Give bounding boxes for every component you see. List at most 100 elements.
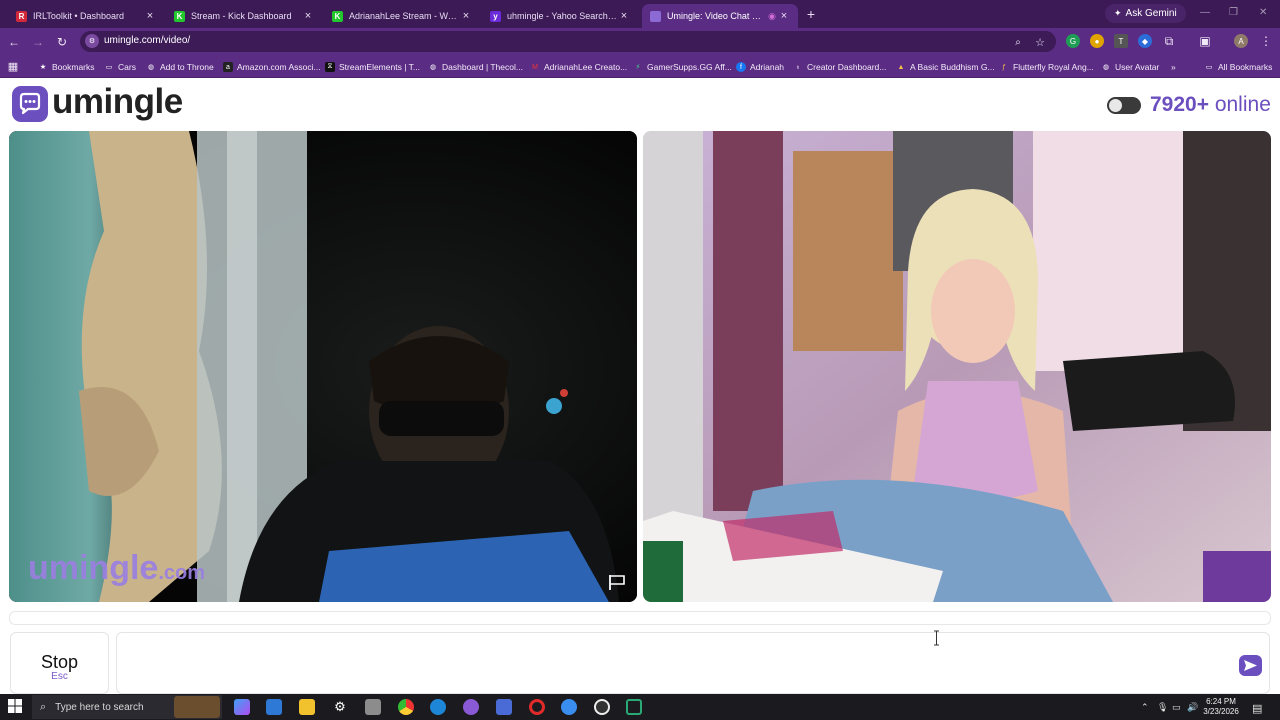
- new-tab-button[interactable]: +: [804, 6, 818, 22]
- bookmark-item[interactable]: ♁ Creator Dashboard...: [793, 61, 886, 73]
- bookmark-item[interactable]: ★ Bookmarks: [38, 61, 95, 73]
- extension-icon[interactable]: G: [1066, 34, 1080, 48]
- globe-icon: ◍: [1102, 64, 1110, 71]
- apps-grid-icon[interactable]: ▦: [5, 58, 21, 74]
- menu-kebab-icon[interactable]: ⋮: [1258, 33, 1274, 49]
- zoom-icon[interactable]: ⌕: [1010, 34, 1026, 50]
- logo-chat-icon[interactable]: [12, 86, 48, 122]
- bookmark-item[interactable]: ⧖ StreamElements | T...: [325, 61, 420, 73]
- tab-close-icon[interactable]: ×: [778, 10, 790, 22]
- tab-close-icon[interactable]: ×: [302, 10, 314, 22]
- reload-icon[interactable]: ↻: [54, 34, 70, 50]
- browser-tab[interactable]: R IRLToolkit • Dashboard ×: [8, 4, 164, 28]
- app-icon[interactable]: [365, 699, 381, 715]
- taskbar-search-placeholder: Type here to search: [55, 701, 144, 713]
- extension-icon[interactable]: ●: [1090, 34, 1104, 48]
- edge-icon[interactable]: [430, 699, 446, 715]
- settings-gear-icon[interactable]: ⚙: [332, 699, 348, 715]
- tab-title: Umingle: Video Chat with S: [667, 11, 766, 21]
- logo-wordmark[interactable]: umingle: [52, 82, 183, 122]
- status-divider: [9, 611, 1271, 625]
- bookmark-label: Adrianah: [750, 62, 785, 72]
- tab-close-icon[interactable]: ×: [460, 10, 472, 22]
- opera-icon[interactable]: [529, 699, 545, 715]
- star-icon: ★: [39, 64, 47, 71]
- bookmark-item[interactable]: ◍ Dashboard | Thecol...: [428, 61, 523, 73]
- online-counter: 7920+ online: [1150, 93, 1271, 117]
- self-video-frame: [643, 131, 1271, 602]
- profile-avatar-icon[interactable]: A: [1234, 34, 1248, 48]
- back-icon[interactable]: ←: [6, 34, 22, 50]
- stop-button[interactable]: Stop Esc: [10, 632, 109, 694]
- bookmark-item[interactable]: ⚡ GamerSupps.GG Aff...: [633, 61, 732, 73]
- tab-close-icon[interactable]: ×: [144, 10, 156, 22]
- chat-bubble-icon: [19, 92, 41, 115]
- microphone-icon[interactable]: 🎙: [1157, 702, 1168, 713]
- browser-tab[interactable]: K AdrianahLee Stream - Watch Li ×: [324, 4, 480, 28]
- obs-icon[interactable]: [594, 699, 610, 715]
- url-text[interactable]: umingle.com/video/: [104, 35, 190, 46]
- message-input[interactable]: [116, 632, 1270, 694]
- chrome-icon[interactable]: [398, 699, 414, 715]
- tab-title: Stream - Kick Dashboard: [191, 11, 292, 21]
- search-highlight-icon[interactable]: [174, 696, 220, 718]
- bookmark-item[interactable]: ◍ User Avatar: [1101, 61, 1159, 73]
- minimize-icon[interactable]: —: [1200, 7, 1210, 18]
- puzzle-extensions-icon[interactable]: ⧉: [1161, 33, 1177, 49]
- address-bar[interactable]: [80, 31, 1056, 52]
- bookmark-item[interactable]: ◍ Add to Throne: [146, 61, 214, 73]
- discord-icon[interactable]: [463, 699, 479, 715]
- theme-toggle[interactable]: [1107, 97, 1141, 114]
- bookmark-item[interactable]: ƒ Flutterfly Royal Ang...: [999, 61, 1094, 73]
- close-window-icon[interactable]: ✕: [1259, 7, 1267, 18]
- tab-favicon-icon: y: [490, 10, 501, 22]
- extension-icon[interactable]: ◆: [1138, 34, 1152, 48]
- self-video: [643, 131, 1271, 602]
- bookmark-item[interactable]: M AdrianahLee Creato...: [530, 61, 627, 73]
- report-flag-icon[interactable]: [607, 573, 627, 591]
- all-bookmarks-button[interactable]: ▭ All Bookmarks: [1204, 61, 1273, 73]
- flutterfly-icon: ƒ: [1002, 63, 1006, 71]
- app-icon[interactable]: [561, 699, 577, 715]
- bookmark-item[interactable]: a Amazon.com Associ...: [223, 61, 321, 73]
- tab-close-icon[interactable]: ×: [618, 10, 630, 22]
- bookmark-label: User Avatar: [1115, 62, 1160, 72]
- bookmark-item[interactable]: ▭ Cars: [104, 61, 136, 73]
- taskbar-clock[interactable]: 6:24 PM 3/23/2026: [1198, 697, 1244, 717]
- watermark-text: umingle: [28, 549, 159, 587]
- network-icon[interactable]: ▭: [1172, 702, 1181, 713]
- ask-gemini-button[interactable]: ✦ Ask Gemini: [1105, 4, 1186, 23]
- file-explorer-icon[interactable]: [299, 699, 315, 715]
- windows-start-icon[interactable]: [8, 699, 22, 713]
- creator-icon: ♁: [795, 63, 801, 71]
- volume-icon[interactable]: 🔊: [1187, 702, 1198, 713]
- text-cursor-icon: [933, 630, 940, 646]
- bookmarks-overflow-icon[interactable]: »: [1171, 61, 1176, 73]
- forward-icon[interactable]: →: [30, 34, 46, 50]
- bookmark-star-icon[interactable]: ☆: [1032, 34, 1048, 50]
- clock-date: 3/23/2026: [1203, 707, 1239, 716]
- bookmark-item[interactable]: f Adrianah: [736, 61, 784, 73]
- copilot-icon[interactable]: [234, 699, 250, 715]
- tray-overflow-icon[interactable]: ⌃: [1141, 702, 1149, 713]
- maximize-icon[interactable]: ❐: [1229, 7, 1238, 18]
- send-button[interactable]: [1239, 655, 1262, 676]
- folder-icon: ▭: [1205, 64, 1213, 71]
- bookmark-item[interactable]: ▲ A Basic Buddhism G...: [896, 61, 995, 73]
- globe-icon: ◍: [147, 64, 155, 71]
- send-icon: [1244, 660, 1257, 671]
- app-icon[interactable]: [496, 699, 512, 715]
- browser-tab-active[interactable]: Umingle: Video Chat with S ◉ ×: [642, 4, 798, 28]
- tab-favicon-icon: K: [174, 10, 185, 22]
- bookmark-label: Cars: [118, 62, 136, 72]
- tab-favicon-icon: R: [16, 10, 27, 22]
- photos-icon[interactable]: [266, 699, 282, 715]
- site-info-icon[interactable]: ⚙: [85, 34, 99, 48]
- side-panel-icon[interactable]: ▣: [1197, 33, 1213, 49]
- browser-tab[interactable]: y uhmingle - Yahoo Search Resul ×: [482, 4, 638, 28]
- extension-icon[interactable]: T: [1114, 34, 1128, 48]
- browser-tab[interactable]: K Stream - Kick Dashboard ×: [166, 4, 322, 28]
- notifications-icon[interactable]: ▤: [1252, 702, 1262, 715]
- online-label: online: [1214, 93, 1271, 116]
- app-icon[interactable]: [626, 699, 642, 715]
